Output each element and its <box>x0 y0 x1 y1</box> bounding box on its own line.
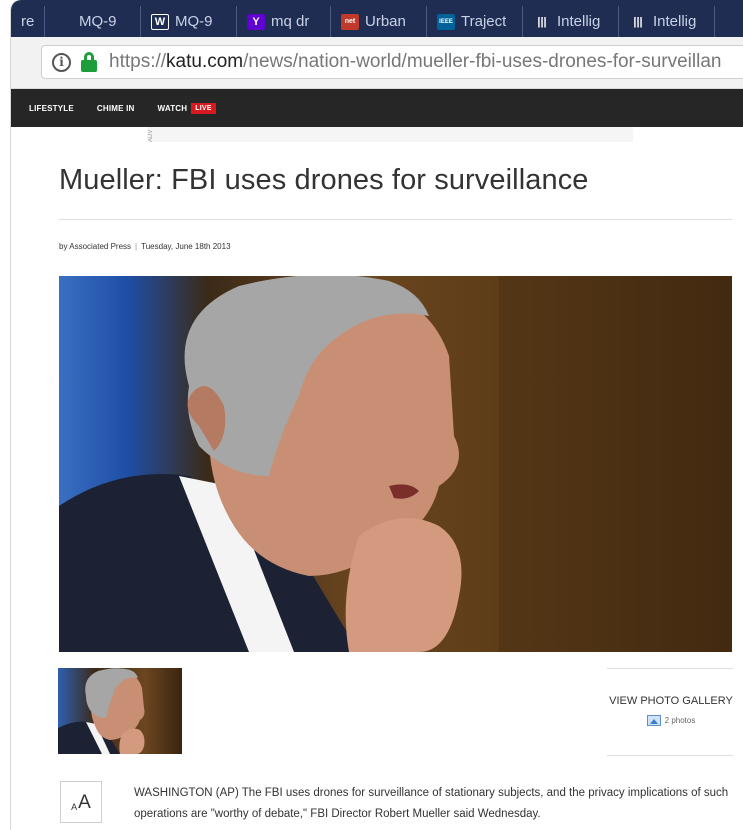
browser-tab[interactable]: Ymq dr <box>237 6 331 37</box>
nav-item-watch[interactable]: WATCH LIVE <box>157 102 216 114</box>
tab-favicon-icon: net <box>341 13 359 30</box>
browser-tab[interactable]: ||| Intellig <box>619 6 715 37</box>
photo-count: 2 photos <box>607 715 735 726</box>
tab-title: Intellig <box>557 13 601 30</box>
tab-title: MQ-9 <box>79 13 117 30</box>
address-bar-area: i https://katu.com/news/nation-world/mue… <box>11 37 743 89</box>
tab-favicon-icon: ||| <box>633 15 643 28</box>
view-photo-gallery-link[interactable]: VIEW PHOTO GALLERY <box>607 695 735 707</box>
gallery-divider-top <box>607 668 733 669</box>
url-host: katu.com <box>166 51 244 72</box>
font-size-button[interactable]: AA <box>60 781 102 823</box>
byline: by Associated Press | Tuesday, June 18th 2… <box>59 242 231 251</box>
tab-title: re <box>21 13 34 30</box>
lock-icon[interactable] <box>81 52 97 72</box>
info-icon[interactable]: i <box>52 52 71 72</box>
tab-title: Urban <box>365 13 406 30</box>
browser-tab[interactable]: re <box>11 6 45 37</box>
byline-separator: | <box>135 242 138 251</box>
article-headline: Mueller: FBI uses drones for surveillanc… <box>59 164 589 196</box>
byline-author[interactable]: by Associated Press <box>59 242 131 251</box>
browser-tab[interactable]: net Urban <box>331 6 427 37</box>
article-body-paragraph: WASHINGTON (AP) The FBI uses drones for … <box>134 787 729 820</box>
tab-favicon-icon: ✕ <box>59 16 69 28</box>
tab-favicon-icon: Y <box>247 13 265 30</box>
site-nav: LIFESTYLE CHIME IN WATCH LIVE <box>11 89 743 127</box>
headline-divider <box>59 219 732 220</box>
address-bar[interactable]: i https://katu.com/news/nation-world/mue… <box>41 45 743 79</box>
browser-tab[interactable]: ||| Intellig <box>523 6 619 37</box>
browser-tab[interactable]: ✕ MQ-9 <box>45 6 141 37</box>
tab-favicon-icon: W <box>151 13 169 30</box>
photo-count-label: 2 photos <box>664 716 696 725</box>
live-badge: LIVE <box>191 102 216 114</box>
font-size-big-a: A <box>78 792 91 813</box>
byline-date: Tuesday, June 18th 2013 <box>141 242 231 251</box>
tab-strip: re ✕ MQ-9 W MQ-9 Ymq dr net Urban IEEE Traject |||… <box>11 0 743 37</box>
hero-photo[interactable] <box>59 276 732 652</box>
browser-window: re ✕ MQ-9 W MQ-9 Ymq dr net Urban IEEE Traject |||… <box>10 0 743 830</box>
thumbnail-illustration <box>58 668 145 754</box>
url-protocol: https:// <box>109 51 167 72</box>
tab-favicon-icon: ||| <box>537 15 547 28</box>
ad-label: ADV <box>148 129 154 142</box>
font-size-small-a: A <box>71 802 78 812</box>
gallery-thumbnail[interactable] <box>58 668 182 754</box>
tab-favicon-icon: IEEE <box>437 13 455 30</box>
photos-icon <box>646 715 661 726</box>
tab-title: mq dr <box>271 13 310 30</box>
nav-item-chime-in[interactable]: CHIME IN <box>97 104 135 113</box>
hero-photo-illustration <box>59 276 732 652</box>
browser-tab[interactable]: W MQ-9 <box>141 6 237 37</box>
browser-tab[interactable]: IEEE Traject <box>427 6 523 37</box>
nav-item-watch-label: WATCH <box>157 103 188 113</box>
nav-item-lifestyle[interactable]: LIFESTYLE <box>29 104 74 113</box>
ad-strip <box>147 127 633 142</box>
tab-title: Intellig <box>653 13 697 30</box>
url-path: /news/nation-world/mueller-fbi-uses-dron… <box>243 51 722 72</box>
tab-title: MQ-9 <box>175 13 213 30</box>
tab-title: Traject <box>461 13 507 30</box>
gallery-divider-bottom <box>607 755 733 756</box>
